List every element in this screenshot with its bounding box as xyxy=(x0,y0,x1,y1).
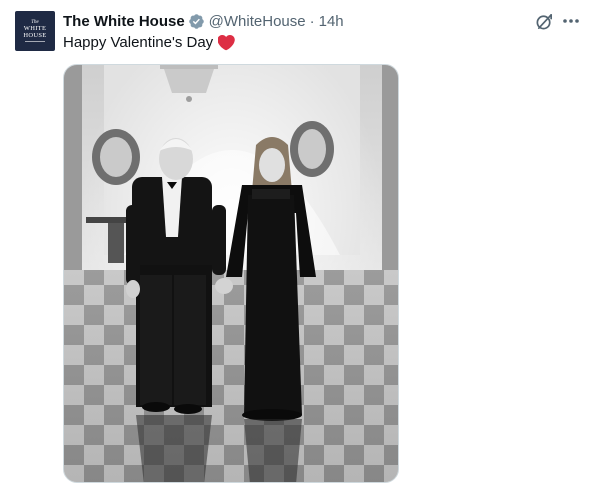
tweet-text-content: Happy Valentine's Day xyxy=(63,34,214,51)
separator-dot: · xyxy=(309,12,315,30)
avatar-divider xyxy=(25,41,45,42)
more-icon[interactable] xyxy=(561,11,581,31)
red-heart-emoji-icon xyxy=(218,34,235,51)
grok-icon[interactable] xyxy=(534,11,554,31)
timestamp[interactable]: 14h xyxy=(319,13,344,30)
photo-illustration xyxy=(64,65,398,482)
avatar-text-house: HOUSE xyxy=(23,31,47,39)
avatar[interactable]: The WHITE HOUSE xyxy=(15,11,55,51)
tweet-header: The White House @WhiteHouse · 14h xyxy=(63,11,344,31)
display-name[interactable]: The White House xyxy=(63,13,185,30)
tweet-text: Happy Valentine's Day xyxy=(63,34,235,51)
tweet-photo[interactable] xyxy=(63,64,399,483)
verified-badge-icon xyxy=(188,13,205,30)
tweet-post[interactable]: The WHITE HOUSE The White House @WhiteHo… xyxy=(0,0,589,486)
handle[interactable]: @WhiteHouse xyxy=(209,13,306,30)
